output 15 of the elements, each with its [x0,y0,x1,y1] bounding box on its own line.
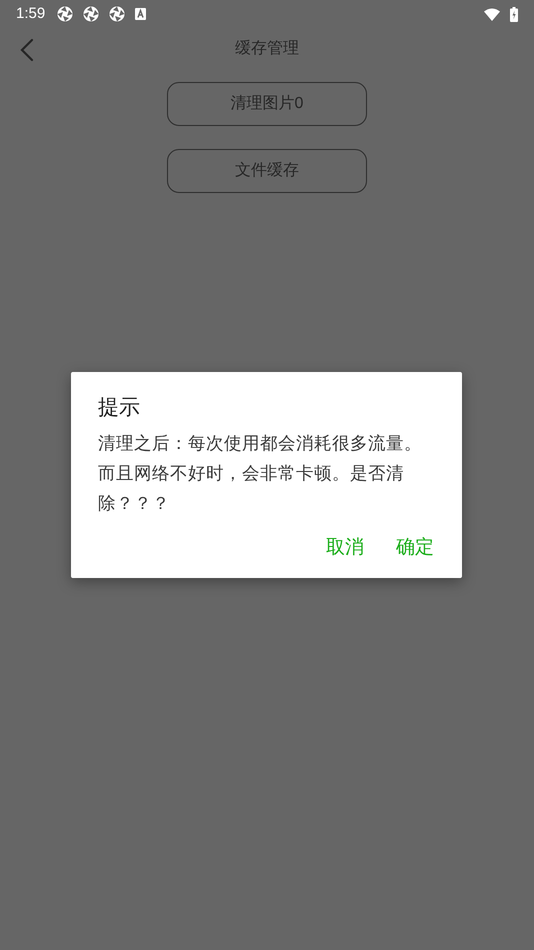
dialog-message: 清理之后：每次使用都会消耗很多流量。而且网络不好时，会非常卡顿。是否清除？？？ [98,432,423,515]
notification-icon [135,8,146,20]
aperture-icon [83,6,100,22]
back-icon[interactable] [20,38,34,62]
battery-icon [510,6,518,22]
action-button[interactable]: 文件缓存 [167,149,367,193]
aperture-icon [57,6,74,22]
aperture-icon [109,6,126,22]
dialog-action[interactable]: 取消 [326,534,364,562]
status-time: 1:59 [16,4,46,24]
action-button[interactable]: 清理图片0 [167,82,367,126]
dialog-action[interactable]: 确定 [396,534,434,562]
dialog-title: 提示 [98,395,141,421]
wifi-icon [484,8,500,20]
page-title: 缓存管理 [235,38,299,59]
